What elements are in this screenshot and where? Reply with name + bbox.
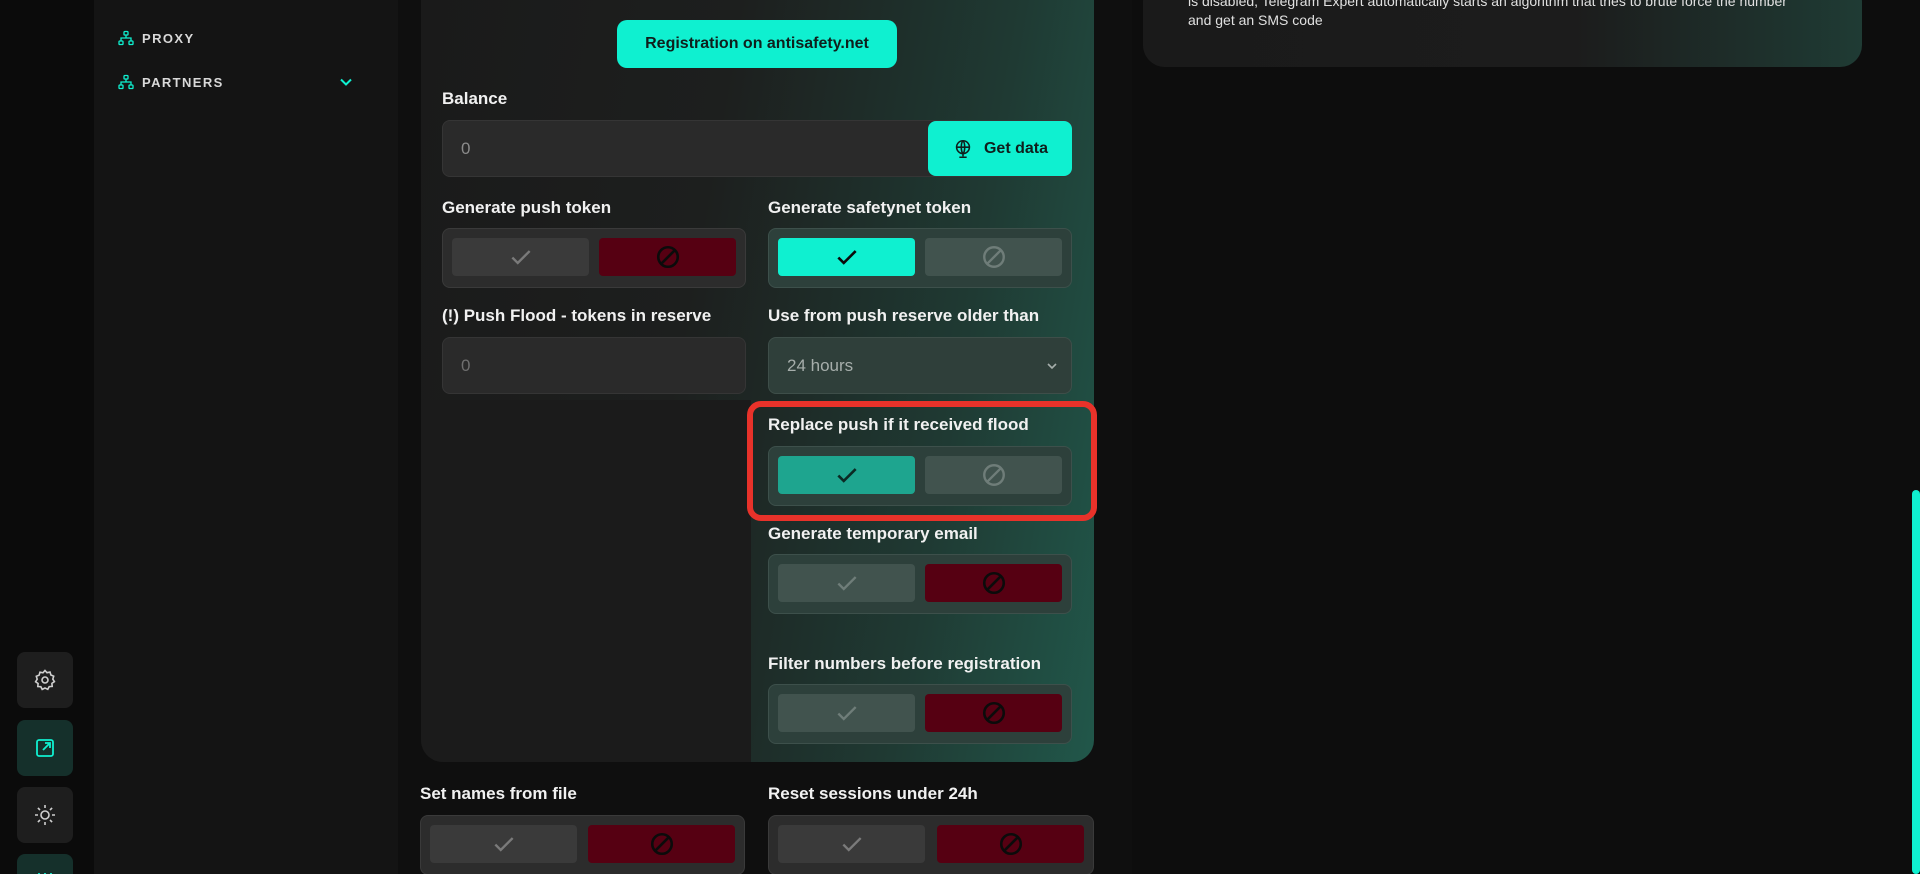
info-text-line: and get an SMS code [1188,12,1323,28]
filter-numbers-label: Filter numbers before registration [768,654,1041,673]
block-icon [982,571,1005,595]
toggle-yes-button[interactable] [778,238,915,276]
external-link-button[interactable] [17,720,73,776]
use-reserve-select[interactable]: 24 hours [768,337,1072,394]
card-left-panel [421,400,751,762]
toggle-no-button[interactable] [925,694,1062,732]
brightness-icon [35,805,55,825]
app-root: PROXY PARTNERS Registration on antisafet… [0,0,1920,874]
sliders-button[interactable] [17,854,73,874]
network-icon [118,30,134,46]
settings-button[interactable] [17,652,73,708]
generate-push-token-toggle [442,228,746,288]
push-flood-label: (!) Push Flood - tokens in reserve [442,306,712,325]
toggle-no-button[interactable] [925,564,1062,602]
generate-safetynet-token-label: Generate safetynet token [768,198,972,217]
settings-icon [34,669,56,691]
sidebar-item-label: PARTNERS [142,74,224,90]
toggle-yes-button[interactable] [430,825,577,863]
push-flood-placeholder: 0 [461,355,471,375]
toggle-no-button[interactable] [925,238,1062,276]
toggle-yes-button[interactable] [778,825,925,863]
block-icon [999,832,1022,856]
block-icon [656,245,679,269]
set-names-toggle [420,815,745,874]
chevron-down-icon[interactable] [338,74,354,90]
external-link-icon [36,739,54,757]
check-icon [841,837,862,852]
check-icon [493,837,514,852]
generate-safetynet-token-toggle [768,228,1072,288]
sidebar: PROXY PARTNERS [94,0,398,874]
check-icon [836,576,857,591]
theme-toggle-button[interactable] [17,787,73,843]
check-icon [510,250,531,265]
check-icon [836,706,857,721]
balance-label: Balance [442,89,508,108]
block-icon [650,832,673,856]
sidebar-item-label: PROXY [142,30,195,46]
toggle-no-button[interactable] [588,825,735,863]
toggle-no-button[interactable] [599,238,736,276]
use-reserve-value: 24 hours [787,355,854,375]
highlight-box [747,401,1097,521]
globe-icon [955,139,971,158]
network-icon [118,74,134,90]
set-names-label: Set names from file [420,784,577,803]
sliders-icon [38,873,52,874]
get-data-button[interactable]: Get data [928,121,1072,176]
chevron-down-icon [1047,363,1057,370]
info-text-line: is disabled, Telegram Expert automatical… [1188,0,1787,9]
block-icon [982,701,1005,725]
sidebar-item-proxy[interactable]: PROXY [118,30,195,46]
generate-push-token-label: Generate push token [442,198,612,217]
toggle-yes-button[interactable] [778,564,915,602]
toggle-no-button[interactable] [937,825,1084,863]
reset-sessions-toggle [768,815,1094,874]
use-reserve-label: Use from push reserve older than [768,306,1040,325]
toggle-yes-button[interactable] [778,694,915,732]
sidebar-item-partners[interactable]: PARTNERS [118,74,224,90]
reset-sessions-label: Reset sessions under 24h [768,784,978,803]
toggle-yes-button[interactable] [452,238,589,276]
get-data-label: Get data [983,139,1048,157]
generate-temp-email-label: Generate temporary email [768,524,978,543]
balance-value: 0 [461,138,471,158]
block-icon [982,246,1005,268]
generate-temp-email-toggle [768,554,1072,614]
push-flood-field[interactable]: 0 [442,337,746,394]
info-text: is disabled, Telegram Expert automatical… [1188,0,1848,30]
filter-numbers-toggle [768,684,1072,744]
scrollbar[interactable] [1912,490,1920,874]
registration-button[interactable]: Registration on antisafety.net [617,20,897,68]
icon-rail [0,0,94,874]
check-icon [836,250,857,265]
